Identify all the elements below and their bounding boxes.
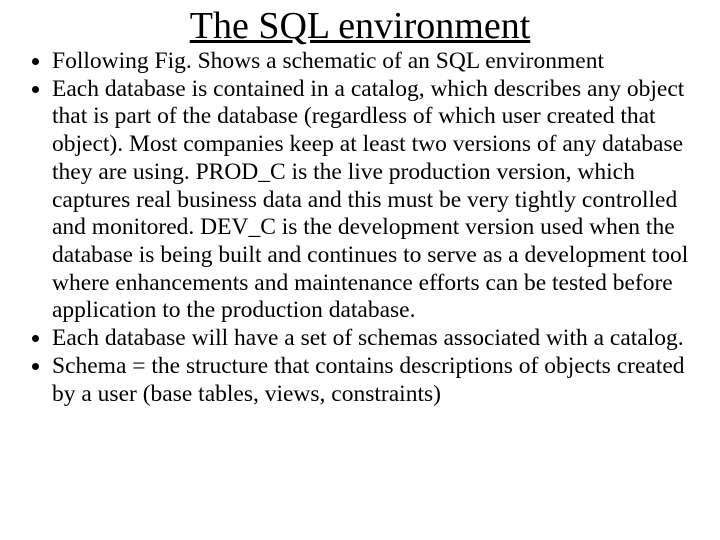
bullet-list: Following Fig. Shows a schematic of an S… xyxy=(12,48,708,408)
list-item: Each database will have a set of schemas… xyxy=(52,325,708,353)
slide-content: The SQL environment Following Fig. Shows… xyxy=(0,0,720,408)
list-item: Each database is contained in a catalog,… xyxy=(52,76,708,325)
list-item: Schema = the structure that contains des… xyxy=(52,353,708,408)
slide-title: The SQL environment xyxy=(12,4,708,48)
list-item: Following Fig. Shows a schematic of an S… xyxy=(52,48,708,76)
